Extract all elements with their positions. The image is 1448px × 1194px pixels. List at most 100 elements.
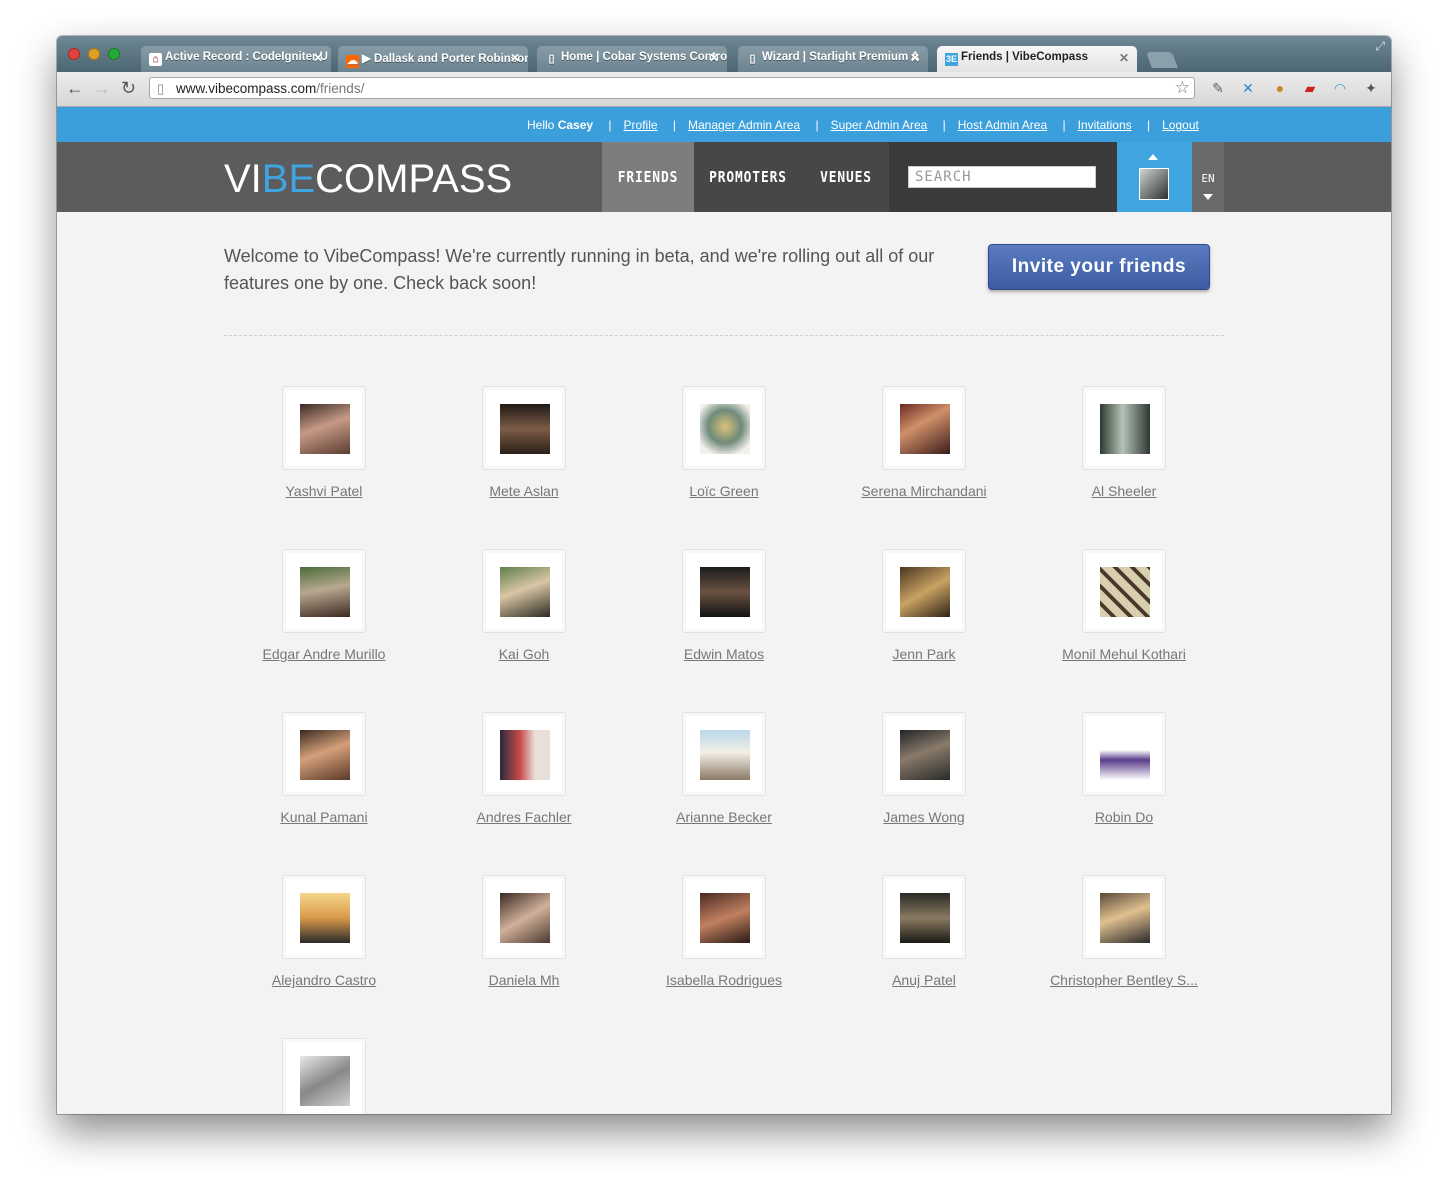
friend-avatar [700,567,750,617]
friend-name-link[interactable]: Al Sheeler [1024,483,1224,499]
tab-strip: ⌂ Active Record : CodeIgniter U ✕ ☁ ▶ Dall… [57,36,1391,72]
friend-name-link[interactable]: James Wong [824,809,1024,825]
greeting-text: Hello [527,118,558,132]
friend-name-link[interactable]: Yashvi Patel [224,483,424,499]
friend-name-link[interactable]: Monil Mehul Kothari [1024,646,1224,662]
account-menu[interactable] [1117,142,1192,212]
close-tab-icon[interactable]: ✕ [910,51,920,65]
friend-photo-frame[interactable] [282,875,366,959]
super-admin-link[interactable]: Super Admin Area [831,118,928,132]
close-window-button[interactable] [68,48,80,60]
search-input[interactable]: SEARCH [908,166,1096,188]
friend-photo-frame[interactable] [282,549,366,633]
friend-name-link[interactable]: Edgar Andre Murillo [224,646,424,662]
friend-avatar [900,404,950,454]
minimize-window-button[interactable] [88,48,100,60]
friend-name-link[interactable]: Andres Fachler [424,809,624,825]
browser-tab[interactable]: ☁ ▶ Dallask and Porter Robinson ✕ [338,46,528,72]
profile-link[interactable]: Profile [624,118,658,132]
friend-name-link[interactable]: Robin Do [1024,809,1224,825]
back-arrow-icon[interactable]: ← [66,78,84,98]
friend-name-link[interactable]: Arianne Becker [624,809,824,825]
browser-tab[interactable]: ▯ Home | Cobar Systems Contro ✕ [537,46,727,72]
close-tab-icon[interactable]: ✕ [510,51,520,65]
browser-tab[interactable]: ⌂ Active Record : CodeIgniter U ✕ [141,46,331,72]
pencil-extension-icon[interactable]: ✎ [1209,79,1227,97]
user-bar: Hello Casey | Profile | Manager Admin Area… [57,107,1391,142]
friend-avatar [900,730,950,780]
friend-name-link[interactable]: Alejandro Castro [224,972,424,988]
bookmark-star-icon[interactable]: ☆ [1175,78,1190,98]
friend-name-link[interactable]: Edwin Matos [624,646,824,662]
wave-extension-icon[interactable]: ◠ [1331,79,1349,97]
friend-avatar [700,730,750,780]
friend-name-link[interactable]: Anuj Patel [824,972,1024,988]
browser-tab-active[interactable]: 3E Friends | VibeCompass ✕ [937,46,1137,72]
forward-arrow-icon[interactable]: → [93,78,111,98]
nav-venues[interactable]: VENUES [814,142,878,212]
friend-photo-frame[interactable] [882,875,966,959]
friend-photo-frame[interactable] [482,549,566,633]
friend-photo-frame[interactable] [882,549,966,633]
vibecompass-logo[interactable]: VIBECOMPASS [224,157,512,202]
friend-name-link[interactable]: Christopher Bentley S... [1024,972,1224,988]
close-tab-icon[interactable]: ✕ [313,51,323,65]
friend-photo-frame[interactable] [482,875,566,959]
cookie-extension-icon[interactable]: ● [1271,79,1289,97]
manager-admin-link[interactable]: Manager Admin Area [688,118,800,132]
friend-avatar [900,567,950,617]
nav-friends[interactable]: FRIENDS [614,142,681,212]
wrench-icon[interactable]: ✦ [1362,79,1380,97]
logout-link[interactable]: Logout [1162,118,1199,132]
friend-photo-frame[interactable] [882,386,966,470]
reload-icon[interactable]: ↻ [121,78,136,98]
friend-photo-frame[interactable] [282,1038,366,1114]
friend-avatar [1100,893,1150,943]
friend-name-link[interactable]: Daniela Mh [424,972,624,988]
friend-photo-frame[interactable] [282,386,366,470]
page-icon: ▯ [157,81,165,96]
friend-name-link[interactable]: Jenn Park [824,646,1024,662]
friend-photo-frame[interactable] [282,712,366,796]
language-selector[interactable]: EN [1192,142,1224,212]
separator: | [608,118,612,132]
url-host: www.vibecompass.com [176,81,317,96]
friend-name-link[interactable]: Mete Aslan [424,483,624,499]
new-tab-button[interactable] [1146,52,1178,68]
butterfly-extension-icon[interactable]: ✕ [1239,79,1257,97]
friend-avatar [300,404,350,454]
friend-photo-frame[interactable] [1082,712,1166,796]
friend-photo-frame[interactable] [882,712,966,796]
friend-photo-frame[interactable] [1082,549,1166,633]
friend-photo-frame[interactable] [1082,386,1166,470]
codeigniter-icon: ⌂ [149,53,162,66]
friend-photo-frame[interactable] [682,875,766,959]
friend-photo-frame[interactable] [482,712,566,796]
friend-name-link[interactable]: Isabella Rodrigues [624,972,824,988]
nav-promoters[interactable]: PROMOTERS [708,142,787,212]
zoom-window-button[interactable] [108,48,120,60]
friend-avatar [300,730,350,780]
invitations-link[interactable]: Invitations [1078,118,1132,132]
friend-name-link[interactable]: Kai Goh [424,646,624,662]
friend-avatar [500,730,550,780]
caret-down-icon [1203,194,1213,200]
friend-photo-frame[interactable] [1082,875,1166,959]
browser-tab[interactable]: ▯ Wizard | Starlight Premium A ✕ [738,46,928,72]
friend-avatar [700,404,750,454]
friend-photo-frame[interactable] [682,712,766,796]
address-bar[interactable]: ▯ www.vibecompass.com/friends/ ☆ [149,77,1195,99]
host-admin-link[interactable]: Host Admin Area [958,118,1047,132]
close-tab-icon[interactable]: ✕ [1119,51,1129,65]
friend-name-link[interactable]: Loïc Green [624,483,824,499]
fullscreen-icon[interactable]: ⤢ [1375,39,1385,54]
flag-extension-icon[interactable]: ▰ [1301,79,1319,97]
friend-photo-frame[interactable] [482,386,566,470]
friend-photo-frame[interactable] [682,386,766,470]
invite-friends-button[interactable]: Invite your friends [988,244,1210,290]
friend-name-link[interactable]: Serena Mirchandani [824,483,1024,499]
friend-name-link[interactable]: Kunal Pamani [224,809,424,825]
soundcloud-icon: ☁ [346,55,359,68]
friend-photo-frame[interactable] [682,549,766,633]
close-tab-icon[interactable]: ✕ [709,51,719,65]
